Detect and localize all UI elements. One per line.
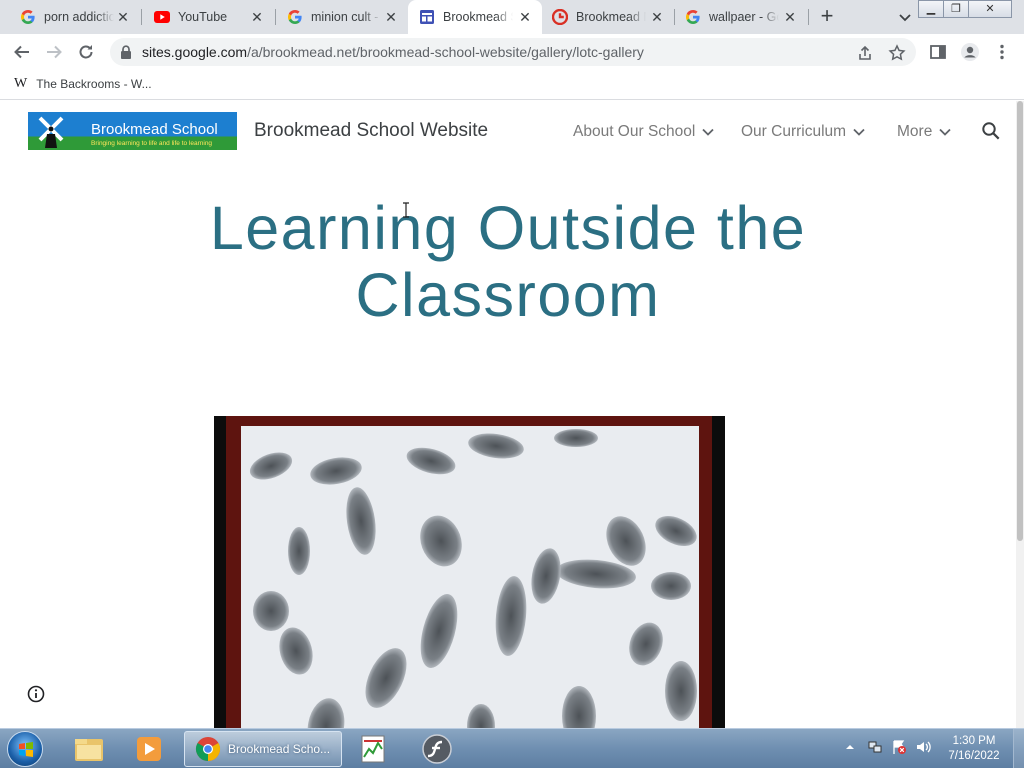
web-page: Brookmead School Bringing learning to li…: [0, 101, 1016, 728]
close-icon[interactable]: ✕: [650, 10, 664, 24]
text-cursor-icon: [402, 202, 410, 218]
tab-minion-cult[interactable]: minion cult - ✕: [276, 0, 408, 34]
google-icon: [20, 9, 36, 25]
lock-icon: [120, 45, 132, 59]
google-sites-icon: [419, 9, 435, 25]
forward-arrow-icon[interactable]: [44, 42, 64, 62]
system-tray: [845, 739, 931, 755]
reload-icon[interactable]: [76, 42, 96, 62]
tab-title: minion cult -: [311, 10, 379, 24]
side-panel-icon[interactable]: [928, 42, 948, 62]
close-icon[interactable]: ✕: [384, 10, 398, 24]
site-logo[interactable]: Brookmead School Bringing learning to li…: [28, 112, 237, 150]
restore-button[interactable]: ❐: [943, 0, 969, 18]
bookmarks-bar: W The Backrooms - W...: [0, 70, 1024, 100]
back-arrow-icon[interactable]: [12, 42, 32, 62]
red-c-icon: [552, 9, 568, 25]
profile-avatar-icon[interactable]: [960, 42, 980, 62]
windmill-icon: [38, 116, 64, 148]
chrome-icon: [195, 737, 221, 761]
share-icon[interactable]: [856, 44, 874, 62]
clock-time: 1:30 PM: [952, 735, 996, 747]
media-player-icon[interactable]: [128, 733, 170, 765]
tab-divider: [808, 9, 809, 25]
flash-player-icon[interactable]: [416, 733, 458, 765]
gallery-photo[interactable]: [214, 416, 725, 728]
search-icon[interactable]: [981, 121, 1001, 141]
tab-title: Brookmead N: [576, 10, 646, 24]
browser-tab-strip: porn addictio ✕ YouTube ✕ minion cult - …: [0, 0, 1024, 34]
close-icon[interactable]: ✕: [250, 10, 264, 24]
system-clock[interactable]: 1:30 PM 7/16/2022: [938, 734, 1010, 764]
bookmark-label: The Backrooms - W...: [36, 77, 152, 91]
close-window-button[interactable]: ✕: [968, 0, 1012, 18]
start-button[interactable]: [7, 731, 43, 767]
google-icon: [685, 9, 701, 25]
scrollbar-thumb[interactable]: [1017, 101, 1023, 541]
volume-icon[interactable]: [915, 739, 931, 755]
nav-about-our-school[interactable]: About Our School: [573, 123, 714, 141]
file-explorer-icon[interactable]: [68, 733, 110, 765]
site-title[interactable]: Brookmead School Website: [254, 120, 488, 142]
nav-label: More: [897, 123, 933, 140]
nav-our-curriculum[interactable]: Our Curriculum: [741, 123, 865, 141]
url-text: sites.google.com/a/brookmead.net/brookme…: [142, 44, 644, 60]
clock-date: 7/16/2022: [948, 750, 1000, 762]
chevron-down-icon: [702, 128, 714, 136]
nav-label: Our Curriculum: [741, 123, 847, 140]
tab-youtube[interactable]: YouTube ✕: [142, 0, 274, 34]
taskbar-window-label: Brookmead Scho...: [228, 742, 331, 756]
tab-title: porn addictio: [44, 10, 114, 24]
tab-brookmead-sites[interactable]: Brookmead S ✕: [408, 0, 542, 34]
tab-title: Brookmead S: [443, 10, 513, 24]
tab-title: wallpaer - Go: [709, 10, 779, 24]
notepad-chart-icon[interactable]: [352, 733, 394, 765]
tab-brookmead-n[interactable]: Brookmead N ✕: [542, 0, 674, 34]
wikipedia-icon: W: [14, 76, 28, 91]
nav-label: About Our School: [573, 123, 696, 140]
star-icon[interactable]: [888, 44, 906, 62]
address-bar[interactable]: sites.google.com/a/brookmead.net/brookme…: [110, 38, 916, 66]
action-center-flag-icon[interactable]: [891, 739, 907, 755]
windows-logo-icon: [19, 742, 33, 757]
bookmark-backrooms[interactable]: W The Backrooms - W...: [14, 76, 152, 92]
chevron-down-icon: [939, 128, 951, 136]
chevron-down-icon: [853, 128, 865, 136]
url-path: /a/brookmead.net/brookmead-school-websit…: [247, 44, 644, 60]
tab-title: YouTube: [178, 10, 228, 24]
window-controls: ▁ ❐ ✕: [918, 0, 1012, 18]
tab-porn-addiction[interactable]: porn addictio ✕: [0, 0, 140, 34]
kebab-menu-icon[interactable]: [992, 42, 1012, 62]
heading-line-1: Learning Outside the: [209, 194, 807, 262]
close-icon[interactable]: ✕: [783, 10, 797, 24]
tab-wallpaer[interactable]: wallpaer - Go ✕: [675, 0, 807, 34]
close-icon[interactable]: ✕: [518, 10, 532, 24]
nav-more[interactable]: More: [897, 123, 951, 141]
google-icon: [287, 9, 303, 25]
youtube-icon: [154, 9, 170, 25]
heading-line-2: Classroom: [355, 261, 661, 329]
page-heading: Learning Outside the Classroom: [108, 195, 908, 329]
chevron-down-icon[interactable]: [896, 8, 914, 26]
close-icon[interactable]: ✕: [116, 10, 130, 24]
network-icon[interactable]: [867, 739, 883, 755]
show-desktop-button[interactable]: [1013, 729, 1024, 768]
logo-name: Brookmead School: [91, 121, 218, 138]
tray-expand-icon[interactable]: [845, 742, 855, 752]
snow-footprints-image: [241, 426, 699, 728]
url-host: sites.google.com: [142, 44, 248, 60]
windows-taskbar: Brookmead Scho... 1:30 PM 7/16/2022: [0, 728, 1024, 768]
taskbar-chrome-window[interactable]: Brookmead Scho...: [184, 731, 342, 767]
new-tab-button[interactable]: +: [816, 5, 838, 28]
page-scrollbar[interactable]: [1016, 101, 1024, 728]
logo-tagline: Bringing learning to life and life to le…: [91, 140, 213, 147]
browser-toolbar: sites.google.com/a/brookmead.net/brookme…: [0, 34, 1024, 70]
minimize-button[interactable]: ▁: [918, 0, 944, 18]
info-icon[interactable]: [27, 685, 45, 703]
